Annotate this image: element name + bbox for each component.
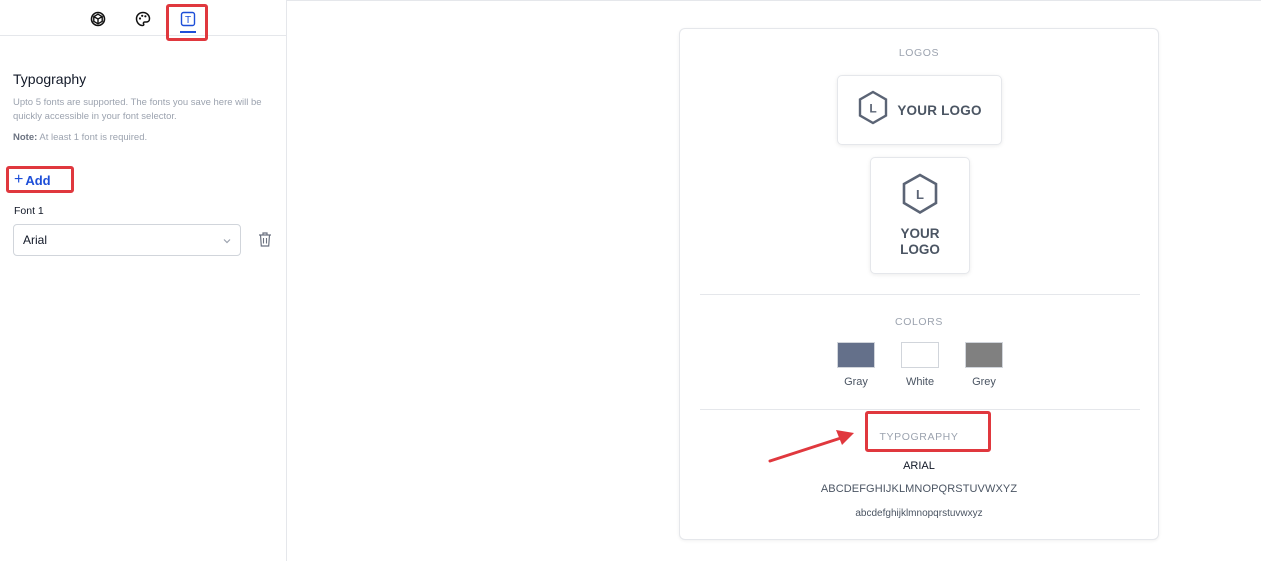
delete-font-1-button[interactable] — [257, 231, 273, 253]
add-font-button[interactable]: + Add — [14, 172, 51, 188]
hexagon-logo-icon: L — [901, 173, 939, 220]
logo-text-line-1: YOUR — [900, 226, 940, 241]
logo-horizontal[interactable]: L YOUR LOGO — [837, 75, 1002, 145]
active-tab-indicator — [180, 31, 196, 33]
divider — [700, 409, 1140, 410]
swatch-fill — [965, 342, 1003, 368]
swatch-label: Grey — [972, 376, 996, 388]
swatch-fill — [901, 342, 939, 368]
typography-heading: TYPOGRAPHY — [879, 431, 959, 443]
add-font-label: Add — [25, 172, 51, 188]
left-panel: T Typography Upto 5 fonts are supported.… — [0, 0, 287, 561]
tab-cube[interactable] — [85, 6, 111, 32]
swatch-fill — [837, 342, 875, 368]
cube-icon — [90, 11, 106, 27]
svg-text:L: L — [916, 187, 924, 202]
note-text: At least 1 font is required. — [37, 132, 148, 143]
typography-title: Typography — [13, 71, 87, 87]
logo-stacked[interactable]: L YOUR LOGO — [870, 157, 970, 274]
top-border — [287, 0, 1261, 1]
colors-heading: COLORS — [895, 316, 943, 328]
color-swatch-grey[interactable]: Grey — [965, 342, 1003, 388]
font-1-select[interactable]: Arial — [13, 224, 241, 256]
lowercase-sample: abcdefghijklmnopqrstuvwxyz — [855, 508, 983, 519]
tab-palette[interactable] — [130, 6, 156, 32]
chevron-down-icon — [222, 235, 232, 249]
tab-typography[interactable]: T — [175, 6, 201, 32]
logo-text-line-2: LOGO — [900, 242, 940, 257]
color-swatch-gray[interactable]: Gray — [837, 342, 875, 388]
svg-text:L: L — [870, 102, 877, 116]
brand-preview-card: LOGOS L YOUR LOGO L YOUR LOGO COLORS Gra… — [679, 28, 1159, 540]
typography-note: Note: At least 1 font is required. — [13, 132, 147, 143]
logo-text: YOUR LOGO — [897, 102, 982, 118]
uppercase-sample: ABCDEFGHIJKLMNOPQRSTUVWXYZ — [820, 483, 1018, 495]
font-1-value: Arial — [23, 233, 48, 247]
typography-description: Upto 5 fonts are supported. The fonts yo… — [13, 97, 262, 122]
plus-icon: + — [14, 171, 24, 188]
color-swatch-white[interactable]: White — [901, 342, 939, 388]
trash-icon — [257, 232, 273, 252]
divider — [700, 294, 1140, 295]
hexagon-logo-icon: L — [857, 90, 889, 130]
tab-bar: T — [0, 0, 286, 36]
palette-icon — [135, 11, 151, 27]
swatch-label: White — [905, 376, 935, 388]
logo-text-stacked: YOUR LOGO — [900, 226, 940, 258]
svg-text:T: T — [185, 15, 191, 26]
logos-heading: LOGOS — [898, 47, 940, 59]
font-1-label: Font 1 — [14, 205, 44, 217]
swatch-label: Gray — [844, 376, 868, 388]
text-icon: T — [180, 11, 196, 27]
font-name-preview: ARIAL — [903, 460, 935, 472]
note-label: Note: — [13, 132, 38, 143]
